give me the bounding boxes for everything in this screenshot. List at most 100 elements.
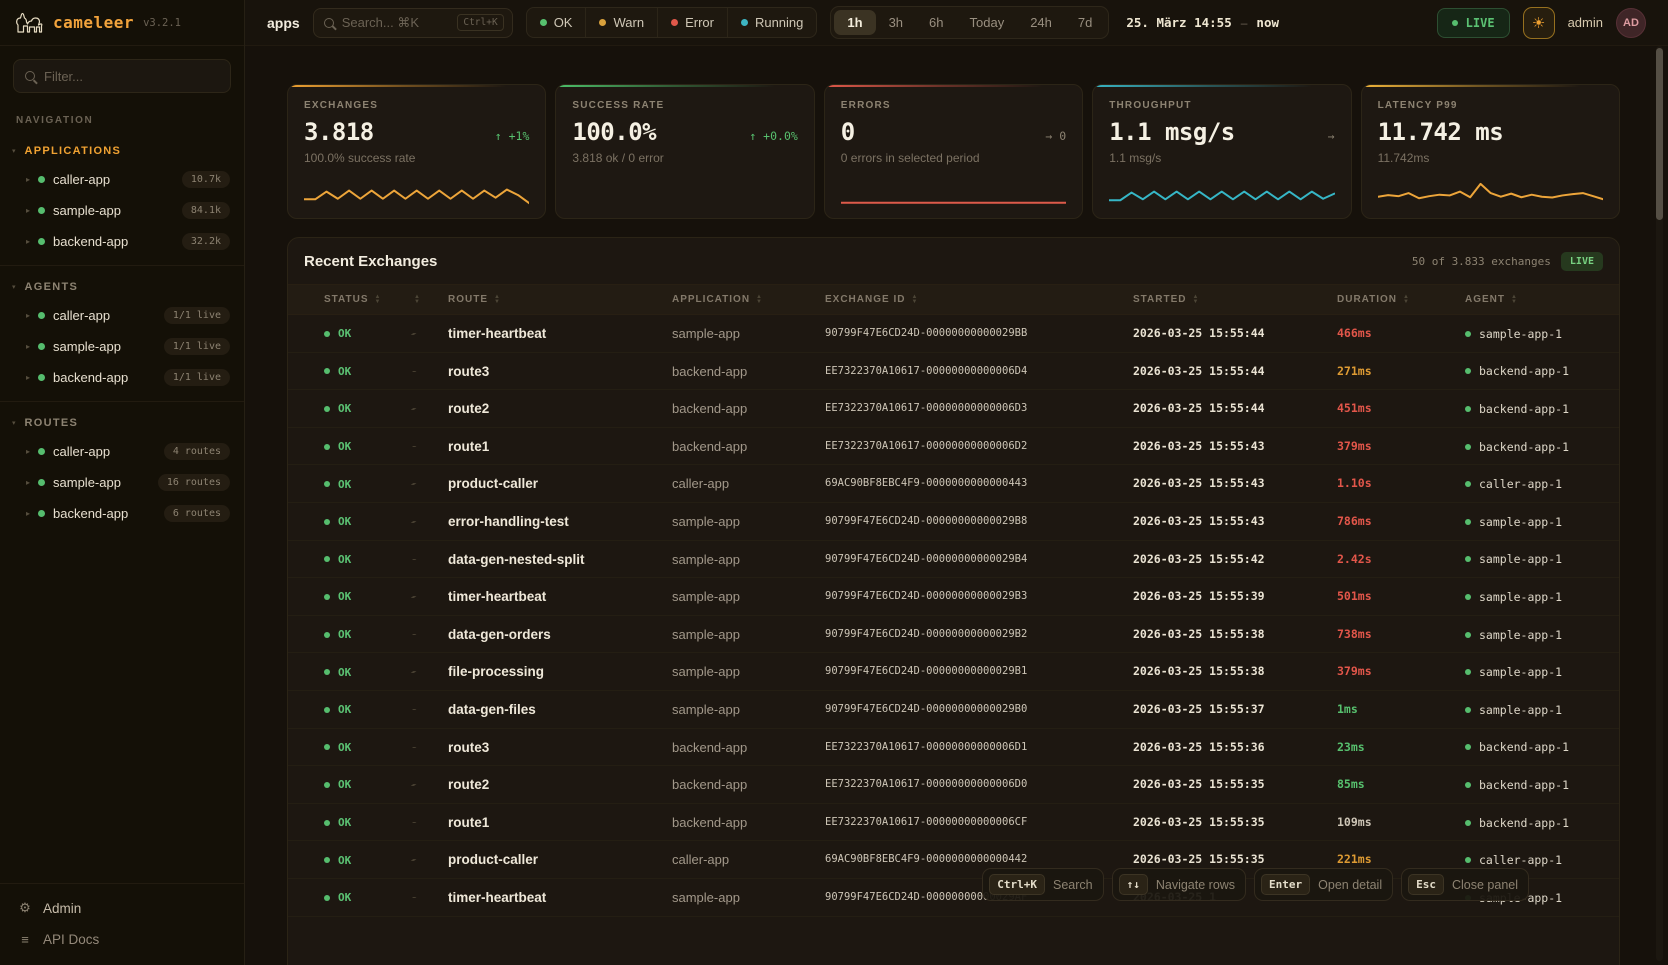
filter-input[interactable] — [44, 69, 219, 84]
date-range[interactable]: 25. März 14:55 – now — [1126, 15, 1279, 30]
stat-value: 11.742 ms — [1378, 118, 1504, 146]
time-range-3h[interactable]: 3h — [876, 10, 916, 35]
table-row[interactable]: OKroute3backend-appEE7322370A10617-00000… — [288, 729, 1619, 767]
trend-icon — [409, 596, 419, 598]
column-header-exchange-id[interactable]: EXCHANGE ID▲▼ — [825, 294, 1133, 305]
sidebar-item-routes-sample-app[interactable]: ▸sample-app16 routes — [0, 467, 244, 498]
status-cell: OK — [324, 778, 408, 791]
sidebar-filter[interactable] — [13, 59, 231, 93]
trend-icon — [409, 897, 419, 899]
trend-cell — [408, 671, 448, 673]
table-row[interactable]: OKproduct-callercaller-app69AC90BF8EBC4F… — [288, 465, 1619, 503]
trend-icon — [409, 634, 419, 636]
trend-icon — [409, 483, 419, 485]
status-dot-icon — [1465, 782, 1471, 788]
table-row[interactable]: OKroute3backend-appEE7322370A10617-00000… — [288, 353, 1619, 391]
column-header-status[interactable]: STATUS▲▼ — [324, 294, 408, 305]
sidebar-item-applications-sample-app[interactable]: ▸sample-app84.1k — [0, 195, 244, 226]
nav-group-header-applications[interactable]: ▾APPLICATIONS — [0, 136, 244, 164]
agent-cell: backend-app-1 — [1465, 402, 1603, 416]
chevron-right-icon: ▸ — [26, 207, 30, 215]
nav-item-badge: 1/1 live — [164, 338, 230, 355]
table-row[interactable]: OKroute2backend-appEE7322370A10617-00000… — [288, 766, 1619, 804]
sidebar-item-agents-sample-app[interactable]: ▸sample-app1/1 live — [0, 331, 244, 362]
global-search[interactable]: Ctrl+K — [313, 8, 513, 38]
live-toggle-button[interactable]: LIVE — [1437, 8, 1510, 38]
application-cell: sample-app — [672, 315, 825, 353]
status-label: OK — [338, 628, 351, 641]
admin-link[interactable]: ⚙Admin — [0, 892, 244, 924]
column-header-trend[interactable]: ▲▼ — [408, 295, 448, 304]
trend-icon — [409, 559, 419, 561]
duration-cell: 2.42s — [1337, 541, 1465, 579]
scrollbar[interactable] — [1656, 46, 1663, 961]
table-row[interactable]: OKroute1backend-appEE7322370A10617-00000… — [288, 804, 1619, 842]
filter-running[interactable]: Running — [727, 8, 816, 37]
agent-label: backend-app-1 — [1479, 440, 1569, 454]
hint-label: Open detail — [1318, 878, 1382, 892]
filter-label: OK — [554, 15, 573, 30]
table-row[interactable]: OKroute2backend-appEE7322370A10617-00000… — [288, 390, 1619, 428]
nav-group-header-routes[interactable]: ▾ROUTES — [0, 408, 244, 436]
sidebar: cameleer v3.2.1 NAVIGATION ▾APPLICATIONS… — [0, 0, 245, 965]
scrollbar-thumb[interactable] — [1656, 48, 1663, 220]
sidebar-item-applications-caller-app[interactable]: ▸caller-app10.7k — [0, 164, 244, 195]
status-dot-icon — [1465, 481, 1471, 487]
status-label: OK — [338, 778, 351, 791]
duration-cell: 738ms — [1337, 616, 1465, 654]
column-header-started[interactable]: STARTED▲▼ — [1133, 294, 1337, 305]
table-row[interactable]: OKdata-gen-filessample-app90799F47E6CD24… — [288, 691, 1619, 729]
table-row[interactable]: OKtimer-heartbeatsample-app90799F47E6CD2… — [288, 578, 1619, 616]
status-dot-icon — [324, 556, 330, 562]
sort-icon: ▲▼ — [1192, 295, 1198, 304]
time-range-7d[interactable]: 7d — [1065, 10, 1105, 35]
sidebar-item-agents-backend-app[interactable]: ▸backend-app1/1 live — [0, 362, 244, 393]
sparkline-chart — [1109, 174, 1334, 206]
nav-group-header-agents[interactable]: ▾AGENTS — [0, 272, 244, 300]
filter-error[interactable]: Error — [657, 8, 727, 37]
filter-warn[interactable]: Warn — [585, 8, 657, 37]
logo-row: cameleer v3.2.1 — [0, 0, 244, 46]
time-range-6h[interactable]: 6h — [916, 10, 956, 35]
sidebar-item-routes-caller-app[interactable]: ▸caller-app4 routes — [0, 436, 244, 467]
column-header-agent[interactable]: AGENT▲▼ — [1465, 294, 1603, 305]
column-header-duration[interactable]: DURATION▲▼ — [1337, 294, 1465, 305]
keyboard-hints: Ctrl+KSearch↑↓Navigate rowsEnterOpen det… — [982, 868, 1529, 901]
started-cell: 2026-03-25 15:55:35 — [1133, 804, 1337, 842]
time-range-1h[interactable]: 1h — [834, 10, 875, 35]
sidebar-item-applications-backend-app[interactable]: ▸backend-app32.2k — [0, 226, 244, 257]
route-cell: route1 — [448, 804, 672, 842]
table-row[interactable]: OKfile-processingsample-app90799F47E6CD2… — [288, 653, 1619, 691]
sidebar-item-routes-backend-app[interactable]: ▸backend-app6 routes — [0, 498, 244, 529]
table-row[interactable]: OKdata-gen-orderssample-app90799F47E6CD2… — [288, 616, 1619, 654]
filter-ok[interactable]: OK — [527, 8, 586, 37]
time-range-today[interactable]: Today — [957, 10, 1018, 35]
started-cell: 2026-03-25 15:55:38 — [1133, 653, 1337, 691]
table-row[interactable]: OKroute1backend-appEE7322370A10617-00000… — [288, 428, 1619, 466]
stat-label: SUCCESS RATE — [572, 100, 797, 111]
route-cell: route2 — [448, 390, 672, 428]
table-row[interactable]: OKdata-gen-nested-splitsample-app90799F4… — [288, 541, 1619, 579]
route-cell: data-gen-orders — [448, 616, 672, 654]
chevron-right-icon: ▸ — [26, 343, 30, 351]
kbd-key: ↑↓ — [1119, 874, 1148, 895]
status-dot-icon — [1465, 632, 1471, 638]
sidebar-item-agents-caller-app[interactable]: ▸caller-app1/1 live — [0, 300, 244, 331]
table-row[interactable]: OKerror-handling-testsample-app90799F47E… — [288, 503, 1619, 541]
column-header-application[interactable]: APPLICATION▲▼ — [672, 294, 825, 305]
theme-toggle-button[interactable]: ☀ — [1523, 7, 1555, 39]
chevron-down-icon: ▾ — [12, 148, 16, 155]
status-dot-icon — [324, 632, 330, 638]
time-range-24h[interactable]: 24h — [1017, 10, 1065, 35]
nav-item-label: backend-app — [53, 370, 128, 385]
filter-label: Error — [685, 15, 714, 30]
status-label: OK — [338, 440, 351, 453]
avatar[interactable]: AD — [1616, 8, 1646, 38]
column-header-route[interactable]: ROUTE▲▼ — [448, 294, 672, 305]
started-cell: 2026-03-25 15:55:37 — [1133, 691, 1337, 729]
route-cell: product-caller — [448, 841, 672, 879]
table-row[interactable]: OKtimer-heartbeatsample-app90799F47E6CD2… — [288, 315, 1619, 353]
duration-cell: 109ms — [1337, 804, 1465, 842]
search-input[interactable] — [342, 15, 450, 30]
api-docs-link[interactable]: ≡API Docs — [0, 924, 244, 955]
